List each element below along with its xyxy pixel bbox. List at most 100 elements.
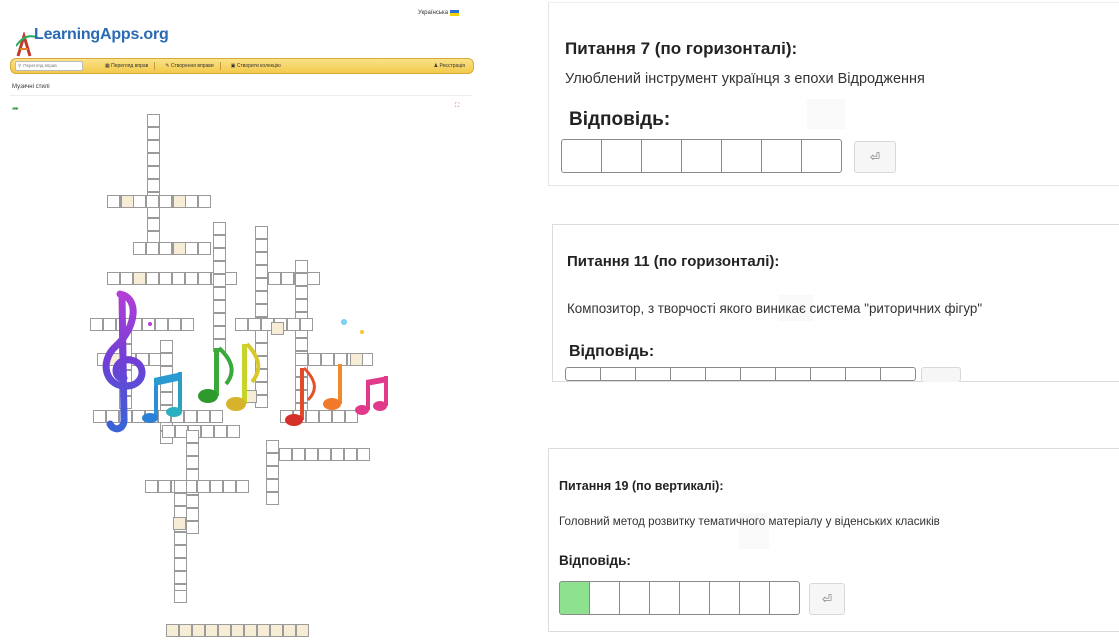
answer-letter-box[interactable] [600,367,636,381]
crossword-cell[interactable] [255,239,268,252]
crossword-cell[interactable] [147,114,160,127]
crossword-cell[interactable] [174,571,187,584]
crossword-cell[interactable] [133,242,146,255]
answer-letter-box[interactable] [559,581,590,615]
crossword-cell[interactable] [198,272,211,285]
crossword-cell[interactable] [244,624,257,637]
crossword-cell[interactable] [292,448,305,461]
answer-letter-box[interactable] [709,581,740,615]
crossword-cell[interactable] [210,480,223,493]
crossword-cell[interactable] [198,195,211,208]
crossword-cell[interactable] [146,195,159,208]
crossword-cell[interactable] [192,624,205,637]
crossword-cell[interactable] [236,480,249,493]
answer-letter-box[interactable] [670,367,706,381]
answer-letter-box[interactable] [565,367,601,381]
answer-letter-box[interactable] [601,139,642,173]
crossword-cell[interactable] [133,272,146,285]
answer-letter-box[interactable] [681,139,722,173]
answer-letter-box[interactable] [705,367,741,381]
crossword-cell[interactable] [173,517,186,530]
crossword-cell[interactable] [186,521,199,534]
crossword-cell[interactable] [185,242,198,255]
answer-letter-box[interactable] [845,367,881,381]
submit-answer-button[interactable] [921,367,961,382]
crossword-cell[interactable] [266,492,279,505]
crossword-cell[interactable] [185,272,198,285]
answer-letter-box[interactable] [801,139,842,173]
crossword-cell[interactable] [257,624,270,637]
crossword-cell[interactable] [279,448,292,461]
crossword-cell[interactable] [295,273,308,286]
crossword-cell[interactable] [120,272,133,285]
submit-answer-button[interactable]: ⏎ [854,141,896,173]
crossword-cell[interactable] [331,448,344,461]
crossword-cell[interactable] [283,624,296,637]
crossword-cell[interactable] [158,480,171,493]
answer-letter-box[interactable] [740,367,776,381]
answer-letter-box[interactable] [739,581,770,615]
crossword-cell[interactable] [223,480,236,493]
crossword-cell[interactable] [296,624,309,637]
crossword-cell[interactable] [147,218,160,231]
crossword-cell[interactable] [197,480,210,493]
crossword-cell[interactable] [147,127,160,140]
crossword-cell[interactable] [147,179,160,192]
crossword-cell[interactable] [147,166,160,179]
crossword-cell[interactable] [266,466,279,479]
crossword-cell[interactable] [266,453,279,466]
crossword-cell[interactable] [159,195,172,208]
crossword-cell[interactable] [198,242,211,255]
crossword-cell[interactable] [213,261,226,274]
crossword-cell[interactable] [173,195,186,208]
crossword-cell[interactable] [146,272,159,285]
crossword-cell[interactable] [179,624,192,637]
crossword-cell[interactable] [205,624,218,637]
answer-letter-box[interactable] [769,581,800,615]
answer-letter-box[interactable] [561,139,602,173]
crossword-cell[interactable] [295,260,308,273]
crossword-cell[interactable] [159,272,172,285]
crossword-cell[interactable] [146,242,159,255]
answer-letter-box[interactable] [880,367,916,381]
crossword-cell[interactable] [305,448,318,461]
crossword-cell[interactable] [268,272,281,285]
crossword-cell[interactable] [186,508,199,521]
crossword-cell[interactable] [213,248,226,261]
crossword-cell[interactable] [147,153,160,166]
crossword-cell[interactable] [145,480,158,493]
answer-letter-box[interactable] [761,139,802,173]
answer-letter-box[interactable] [635,367,671,381]
crossword-cell[interactable] [266,479,279,492]
crossword-cell[interactable] [166,624,179,637]
crossword-cell[interactable] [159,242,172,255]
crossword-cell[interactable] [255,226,268,239]
answer-letter-box[interactable] [810,367,846,381]
crossword-cell[interactable] [213,274,226,287]
crossword-cell[interactable] [174,545,187,558]
crossword-cell[interactable] [185,195,198,208]
answer-letter-box[interactable] [589,581,620,615]
crossword-cell[interactable] [174,532,187,545]
crossword-cell[interactable] [121,195,134,208]
crossword-cell[interactable] [147,140,160,153]
crossword-cell[interactable] [218,624,231,637]
crossword-cell[interactable] [174,493,187,506]
crossword-cell[interactable] [255,265,268,278]
answer-letter-box[interactable] [721,139,762,173]
crossword-cell[interactable] [174,558,187,571]
answer-letter-box[interactable] [619,581,650,615]
crossword-cell[interactable] [172,272,185,285]
crossword-cell[interactable] [231,624,244,637]
crossword-cell[interactable] [174,590,187,603]
answer-letter-box[interactable] [775,367,811,381]
answer-letter-box[interactable] [649,581,680,615]
crossword-cell[interactable] [213,235,226,248]
crossword-cell[interactable] [281,272,294,285]
crossword-cell[interactable] [107,195,120,208]
crossword-cell[interactable] [318,448,331,461]
crossword-cell[interactable] [357,448,370,461]
crossword-cell[interactable] [173,242,186,255]
answer-letter-box[interactable] [641,139,682,173]
submit-answer-button[interactable]: ⏎ [809,583,845,615]
